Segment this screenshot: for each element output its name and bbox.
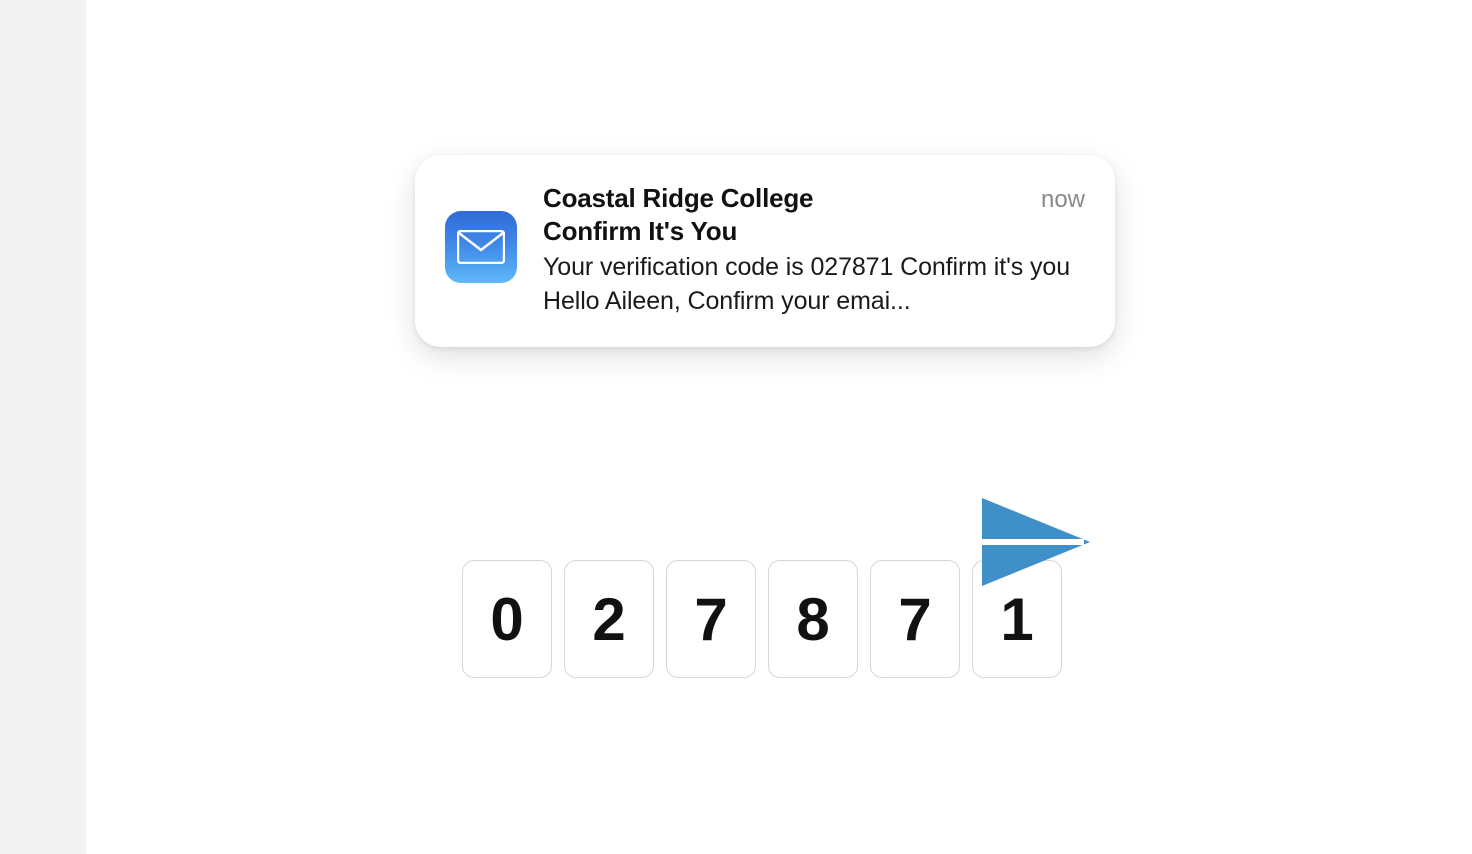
paper-plane-icon[interactable] — [972, 492, 1092, 592]
otp-digit-5[interactable]: 7 — [870, 560, 960, 678]
otp-digit-3[interactable]: 7 — [666, 560, 756, 678]
notification-card[interactable]: Coastal Ridge College now Confirm It's Y… — [415, 155, 1115, 347]
notification-body: Coastal Ridge College now Confirm It's Y… — [543, 183, 1085, 319]
left-gutter — [0, 0, 86, 854]
notification-subject: Confirm It's You — [543, 216, 1085, 247]
envelope-icon — [457, 230, 505, 264]
notification-sender: Coastal Ridge College — [543, 183, 813, 214]
otp-digit-1[interactable]: 0 — [462, 560, 552, 678]
otp-digit-2[interactable]: 2 — [564, 560, 654, 678]
otp-digit-4[interactable]: 8 — [768, 560, 858, 678]
notification-preview: Your verification code is 027871 Confirm… — [543, 251, 1085, 319]
mail-app-icon — [445, 211, 517, 283]
notification-timestamp: now — [1041, 186, 1085, 214]
